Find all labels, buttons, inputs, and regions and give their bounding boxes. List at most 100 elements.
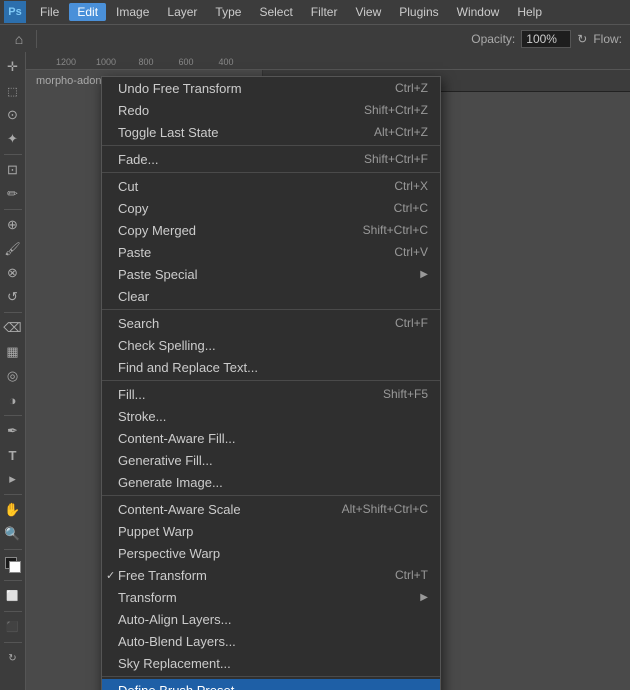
blur-tool[interactable]: ◎ bbox=[2, 365, 24, 387]
screen-mode-tool[interactable]: ⬛ bbox=[2, 616, 24, 638]
opacity-input[interactable] bbox=[521, 30, 571, 48]
menu-transform[interactable]: Transform ▶ bbox=[102, 586, 440, 608]
free-transform-label: Free Transform bbox=[118, 568, 207, 583]
content-aware-scale-shortcut: Alt+Shift+Ctrl+C bbox=[342, 502, 428, 516]
menu-generate-image[interactable]: Generate Image... bbox=[102, 471, 440, 493]
tool-separator-6 bbox=[4, 549, 22, 550]
copy-merged-label: Copy Merged bbox=[118, 223, 196, 238]
menu-generative-fill[interactable]: Generative Fill... bbox=[102, 449, 440, 471]
menu-auto-align-layers[interactable]: Auto-Align Layers... bbox=[102, 608, 440, 630]
cut-label: Cut bbox=[118, 179, 138, 194]
left-toolbar: ✛ ⬚ ⊙ ✦ ⊡ ✏ ⊕ 🖌 ⊗ ↺ ⌫ ▦ ◎ ◑ ✒ T ▸ ✋ 🔍 ⬜ bbox=[0, 52, 26, 690]
marquee-tool[interactable]: ⬚ bbox=[2, 80, 24, 102]
menu-puppet-warp[interactable]: Puppet Warp bbox=[102, 520, 440, 542]
menu-copy[interactable]: Copy Ctrl+C bbox=[102, 197, 440, 219]
fade-label: Fade... bbox=[118, 152, 158, 167]
menu-file[interactable]: File bbox=[32, 3, 67, 21]
healing-brush-tool[interactable]: ⊕ bbox=[2, 214, 24, 236]
tool-separator-3 bbox=[4, 312, 22, 313]
gradient-tool[interactable]: ▦ bbox=[2, 341, 24, 363]
menu-free-transform[interactable]: ✓ Free Transform Ctrl+T bbox=[102, 564, 440, 586]
menu-window[interactable]: Window bbox=[449, 3, 508, 21]
sep2 bbox=[102, 172, 440, 173]
menu-redo[interactable]: Redo Shift+Ctrl+Z bbox=[102, 99, 440, 121]
ruler-mark-800: 800 bbox=[126, 57, 166, 67]
search-label: Search bbox=[118, 316, 159, 331]
stroke-label: Stroke... bbox=[118, 409, 166, 424]
type-tool[interactable]: T bbox=[2, 444, 24, 466]
menu-help[interactable]: Help bbox=[509, 3, 550, 21]
menu-image[interactable]: Image bbox=[108, 3, 157, 21]
menu-stroke[interactable]: Stroke... bbox=[102, 405, 440, 427]
move-tool[interactable]: ✛ bbox=[2, 56, 24, 78]
tool-separator-4 bbox=[4, 415, 22, 416]
check-spelling-label: Check Spelling... bbox=[118, 338, 216, 353]
menu-plugins[interactable]: Plugins bbox=[391, 3, 446, 21]
tool-separator-2 bbox=[4, 209, 22, 210]
menu-edit[interactable]: Edit bbox=[69, 3, 106, 21]
quick-mask-tool[interactable]: ⬜ bbox=[2, 585, 24, 607]
menu-paste-special[interactable]: Paste Special ▶ bbox=[102, 263, 440, 285]
crop-tool[interactable]: ⊡ bbox=[2, 159, 24, 181]
sep6 bbox=[102, 676, 440, 677]
toggle-shortcut: Alt+Ctrl+Z bbox=[374, 125, 428, 139]
clone-stamp-tool[interactable]: ⊗ bbox=[2, 262, 24, 284]
flow-label: Flow: bbox=[593, 32, 622, 46]
redo-shortcut: Shift+Ctrl+Z bbox=[364, 103, 428, 117]
zoom-tool[interactable]: 🔍 bbox=[2, 523, 24, 545]
menu-undo-free-transform[interactable]: Undo Free Transform Ctrl+Z bbox=[102, 77, 440, 99]
menu-auto-blend-layers[interactable]: Auto-Blend Layers... bbox=[102, 630, 440, 652]
magic-wand-tool[interactable]: ✦ bbox=[2, 128, 24, 150]
define-brush-preset-label: Define Brush Preset... bbox=[118, 683, 245, 690]
menu-type[interactable]: Type bbox=[207, 3, 249, 21]
find-replace-label: Find and Replace Text... bbox=[118, 360, 258, 375]
ruler-mark-1000: 1000 bbox=[86, 57, 126, 67]
pen-tool[interactable]: ✒ bbox=[2, 420, 24, 442]
menu-perspective-warp[interactable]: Perspective Warp bbox=[102, 542, 440, 564]
transform-label: Transform bbox=[118, 590, 177, 605]
menu-find-replace[interactable]: Find and Replace Text... bbox=[102, 356, 440, 378]
sky-replacement-label: Sky Replacement... bbox=[118, 656, 231, 671]
background-color bbox=[9, 561, 21, 573]
options-separator bbox=[36, 30, 37, 48]
menu-copy-merged[interactable]: Copy Merged Shift+Ctrl+C bbox=[102, 219, 440, 241]
menu-define-brush-preset[interactable]: Define Brush Preset... bbox=[102, 679, 440, 690]
perspective-warp-label: Perspective Warp bbox=[118, 546, 220, 561]
dodge-tool[interactable]: ◑ bbox=[2, 389, 24, 411]
paste-label: Paste bbox=[118, 245, 151, 260]
generative-fill-label: Generative Fill... bbox=[118, 453, 213, 468]
menu-filter[interactable]: Filter bbox=[303, 3, 346, 21]
edit-dropdown-menu: Undo Free Transform Ctrl+Z Redo Shift+Ct… bbox=[101, 76, 441, 690]
copy-shortcut: Ctrl+C bbox=[394, 201, 428, 215]
path-selection-tool[interactable]: ▸ bbox=[2, 468, 24, 490]
menu-search[interactable]: Search Ctrl+F bbox=[102, 312, 440, 334]
menu-layer[interactable]: Layer bbox=[159, 3, 205, 21]
eraser-tool[interactable]: ⌫ bbox=[2, 317, 24, 339]
menu-fill[interactable]: Fill... Shift+F5 bbox=[102, 383, 440, 405]
eyedropper-tool[interactable]: ✏ bbox=[2, 183, 24, 205]
menu-sky-replacement[interactable]: Sky Replacement... bbox=[102, 652, 440, 674]
menu-clear[interactable]: Clear bbox=[102, 285, 440, 307]
brush-tool[interactable]: 🖌 bbox=[2, 238, 24, 260]
menu-content-aware-fill[interactable]: Content-Aware Fill... bbox=[102, 427, 440, 449]
menu-select[interactable]: Select bbox=[251, 3, 300, 21]
clear-label: Clear bbox=[118, 289, 149, 304]
menu-content-aware-scale[interactable]: Content-Aware Scale Alt+Shift+Ctrl+C bbox=[102, 498, 440, 520]
menu-cut[interactable]: Cut Ctrl+X bbox=[102, 175, 440, 197]
home-icon[interactable]: ⌂ bbox=[8, 28, 30, 50]
menu-toggle-last-state[interactable]: Toggle Last State Alt+Ctrl+Z bbox=[102, 121, 440, 143]
redo-label: Redo bbox=[118, 103, 149, 118]
undo-label: Undo Free Transform bbox=[118, 81, 242, 96]
menu-fade[interactable]: Fade... Shift+Ctrl+F bbox=[102, 148, 440, 170]
menu-check-spelling[interactable]: Check Spelling... bbox=[102, 334, 440, 356]
opacity-label: Opacity: bbox=[471, 32, 515, 46]
menu-paste[interactable]: Paste Ctrl+V bbox=[102, 241, 440, 263]
rotate-view-tool[interactable]: ↻ bbox=[2, 647, 24, 669]
lasso-tool[interactable]: ⊙ bbox=[2, 104, 24, 126]
sep3 bbox=[102, 309, 440, 310]
hand-tool[interactable]: ✋ bbox=[2, 499, 24, 521]
tool-separator-7 bbox=[4, 580, 22, 581]
menu-view[interactable]: View bbox=[347, 3, 389, 21]
history-brush-tool[interactable]: ↺ bbox=[2, 286, 24, 308]
color-swatches[interactable] bbox=[2, 554, 24, 576]
